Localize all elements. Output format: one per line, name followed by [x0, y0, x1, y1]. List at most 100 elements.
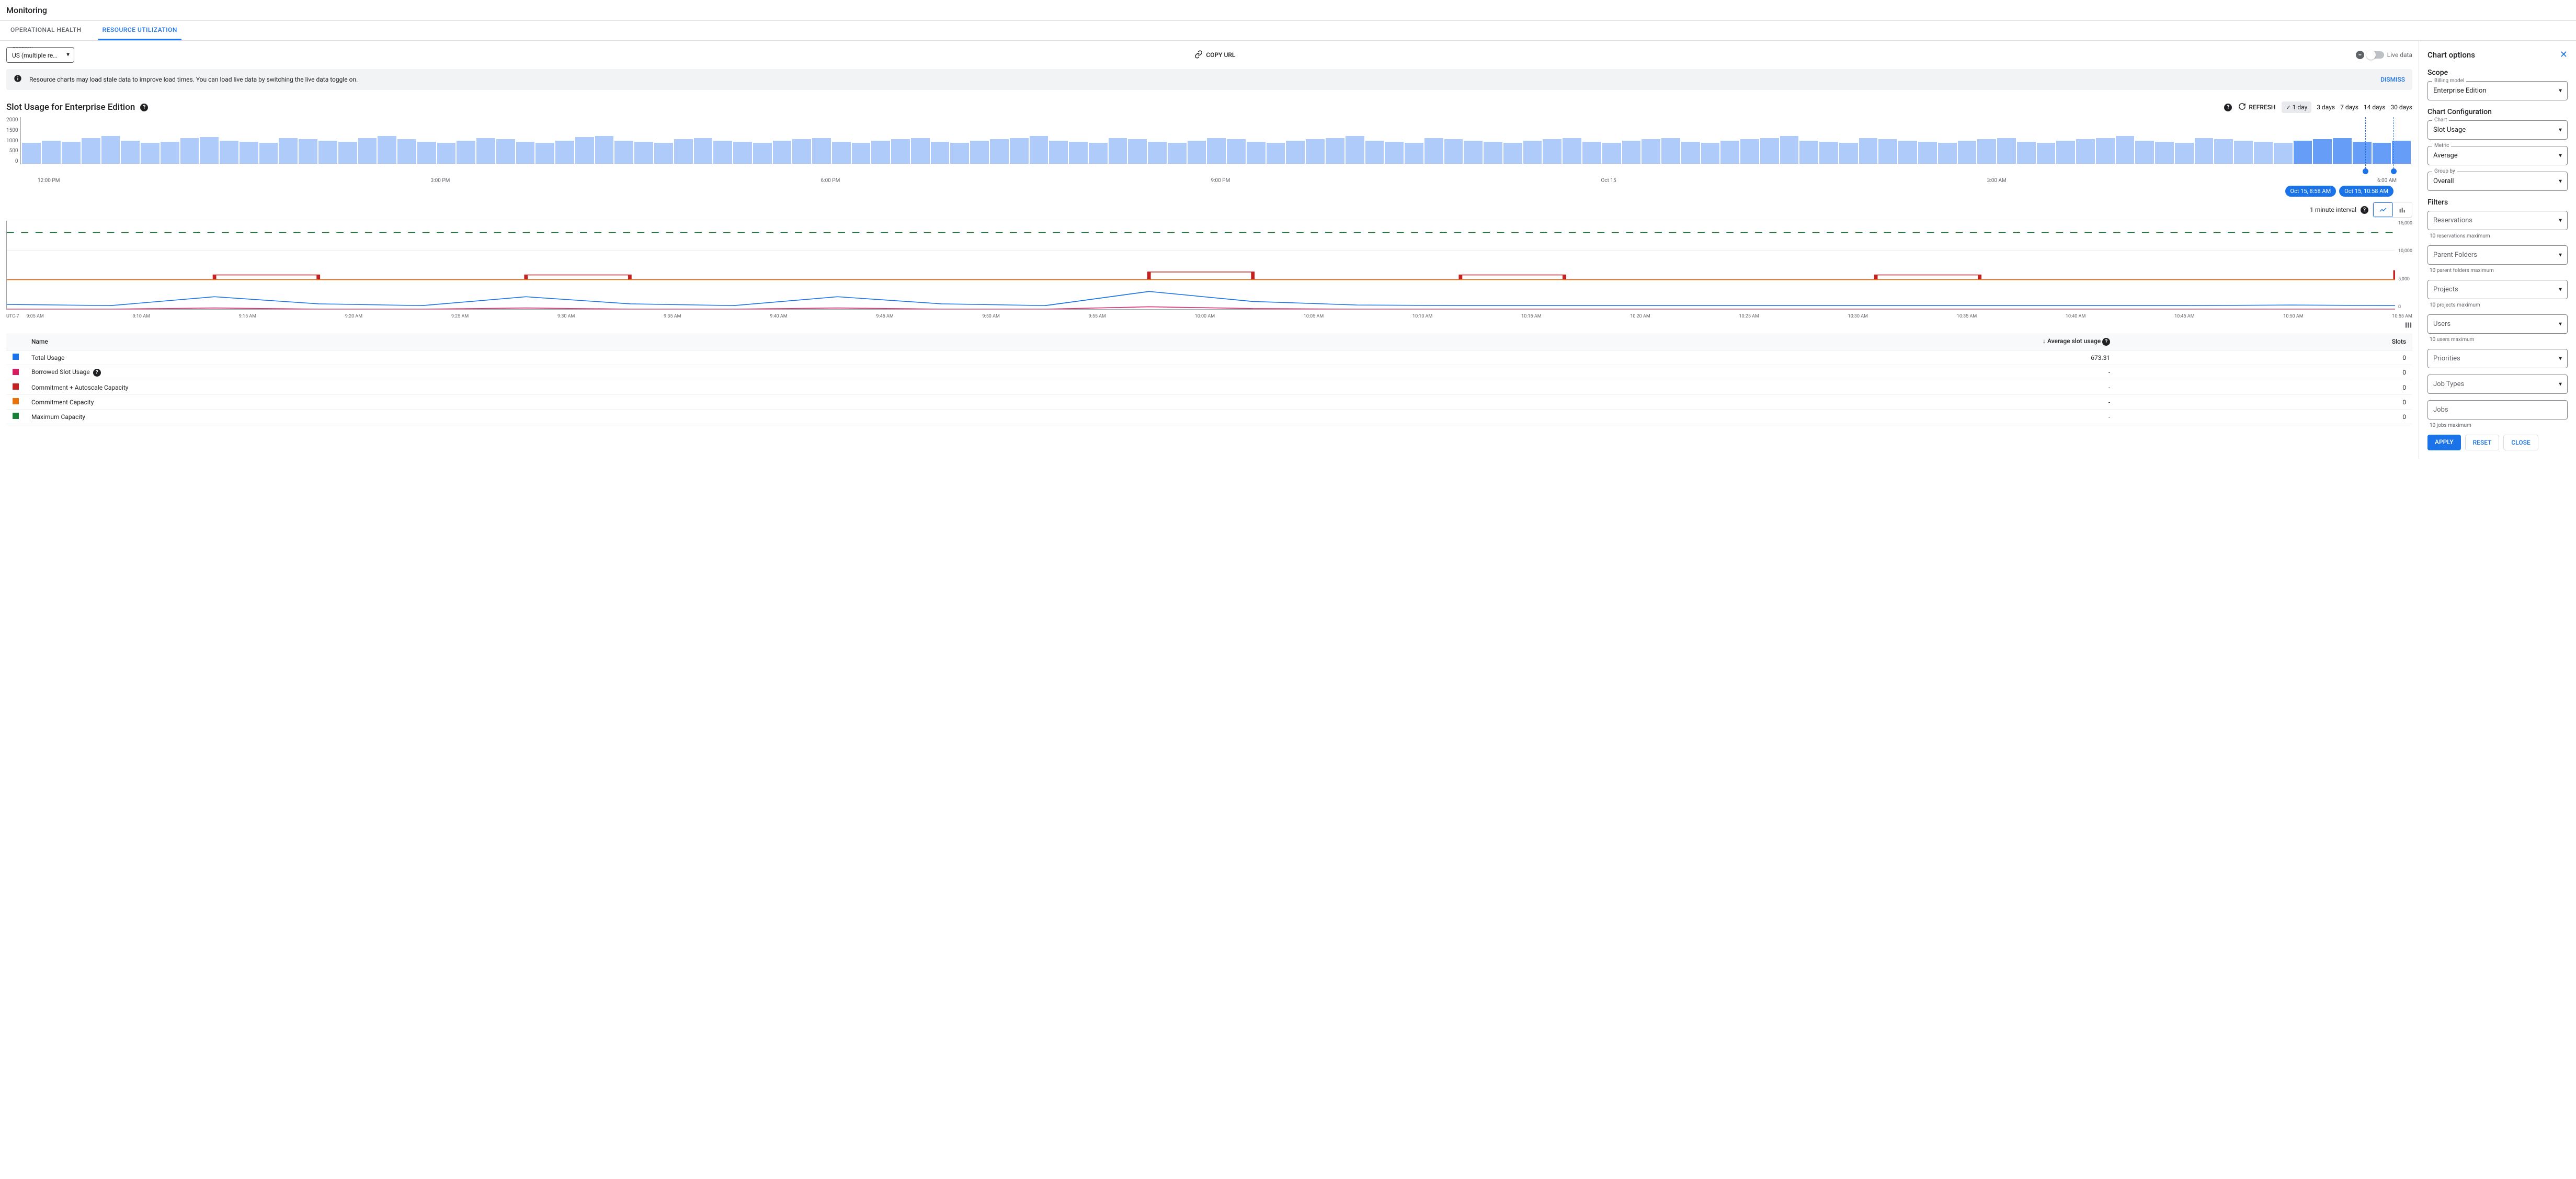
overview-bar	[1365, 141, 1384, 164]
overview-bar	[358, 138, 377, 164]
overview-bar	[733, 142, 752, 164]
help-icon[interactable]: ?	[2102, 338, 2110, 346]
selection-end-chip: Oct 15, 10:58 AM	[2339, 186, 2393, 197]
color-swatch	[13, 398, 19, 404]
overview-bar	[457, 141, 475, 164]
overview-bar	[1622, 141, 1641, 164]
overview-plot[interactable]	[20, 117, 2412, 164]
reservations-filter[interactable]: Reservations▼	[2427, 211, 2568, 230]
detail-plot[interactable]	[6, 221, 2395, 310]
help-icon[interactable]: ?	[140, 104, 148, 111]
row-avg: -	[1233, 410, 2117, 424]
range-3days[interactable]: 3 days	[2317, 104, 2335, 111]
tab-operational-health[interactable]: OPERATIONAL HEALTH	[6, 21, 86, 40]
overview-bar	[1089, 143, 1108, 164]
table-row[interactable]: Commitment Capacity - 0	[6, 395, 2412, 410]
overview-bar	[2037, 143, 2056, 164]
reset-button[interactable]: RESET	[2465, 435, 2500, 450]
overview-bar	[516, 142, 535, 164]
overview-bar	[614, 141, 633, 164]
table-row[interactable]: Total Usage 673.31 0	[6, 350, 2412, 365]
overview-bar	[62, 142, 81, 164]
overview-bar	[1326, 138, 1344, 164]
parent-folders-filter[interactable]: Parent Folders▼	[2427, 245, 2568, 265]
time-range-selector: 1 day 3 days 7 days 14 days 30 days	[2282, 101, 2412, 113]
banner-message: Resource charts may load stale data to i…	[29, 76, 2373, 83]
help-icon[interactable]: ?	[2361, 206, 2368, 214]
overview-bar	[1997, 138, 2016, 164]
users-filter[interactable]: Users▼	[2427, 314, 2568, 334]
range-30days[interactable]: 30 days	[2390, 104, 2412, 111]
row-slots: 0	[2116, 395, 2412, 410]
col-avg[interactable]: ↓ Average slot usage ?	[1233, 333, 2117, 350]
info-icon	[14, 74, 22, 85]
bar-view-button[interactable]	[2393, 202, 2412, 217]
help-icon[interactable]: ?	[93, 369, 101, 377]
billing-model-select[interactable]: Billing model Enterprise Edition ▼	[2427, 81, 2568, 100]
overview-bar	[911, 138, 930, 164]
table-row[interactable]: Commitment + Autoscale Capacity - 0	[6, 380, 2412, 395]
refresh-button[interactable]: REFRESH	[2238, 103, 2275, 112]
range-14days[interactable]: 14 days	[2364, 104, 2386, 111]
chart-select[interactable]: Chart Slot Usage ▼	[2427, 120, 2568, 140]
copy-url-button[interactable]: COPY URL	[1194, 50, 1235, 60]
chevron-down-icon: ▼	[2558, 153, 2563, 158]
overview-bar	[1385, 142, 1404, 164]
overview-bar	[279, 138, 298, 164]
overview-bar	[1799, 141, 1818, 164]
link-icon	[1194, 50, 1203, 60]
jobs-filter[interactable]: Jobs	[2427, 400, 2568, 420]
job-types-filter[interactable]: Job Types▼	[2427, 375, 2568, 394]
close-icon[interactable]: ✕	[2560, 49, 2568, 60]
overview-bar	[1780, 136, 1799, 164]
live-data-toggle[interactable]	[2367, 51, 2384, 59]
overview-bar	[2294, 141, 2312, 164]
col-name[interactable]: Name	[25, 333, 1233, 350]
overview-bar	[931, 142, 950, 164]
range-7days[interactable]: 7 days	[2340, 104, 2358, 111]
overview-bar	[1681, 142, 1700, 164]
range-1day[interactable]: 1 day	[2282, 101, 2311, 113]
projects-filter[interactable]: Projects▼	[2427, 280, 2568, 299]
overview-bar	[1464, 141, 1483, 164]
overview-bar	[1346, 136, 1364, 164]
line-view-button[interactable]	[2373, 202, 2393, 217]
tab-resource-utilization[interactable]: RESOURCE UTILIZATION	[98, 21, 181, 40]
overview-bar	[437, 143, 456, 164]
close-button[interactable]: CLOSE	[2503, 435, 2538, 450]
minus-icon: −	[2356, 51, 2364, 59]
location-select[interactable]: Location US (multiple regions in Un… ▼	[6, 47, 74, 63]
table-row[interactable]: Maximum Capacity - 0	[6, 410, 2412, 424]
overview-bar	[1760, 138, 1779, 164]
overview-bar	[1128, 139, 1147, 164]
overview-bar	[1503, 143, 1522, 164]
overview-bar	[42, 141, 61, 164]
overview-bar	[2274, 143, 2293, 164]
overview-selection[interactable]	[2365, 117, 2394, 171]
overview-bar	[1247, 142, 1266, 164]
reservations-hint: 10 reservations maximum	[2430, 233, 2568, 239]
overview-bar	[141, 143, 159, 164]
group-by-select[interactable]: Group by Overall ▼	[2427, 172, 2568, 191]
dismiss-button[interactable]: DISMISS	[2380, 76, 2405, 83]
overview-bar	[2076, 139, 2095, 164]
overview-bar	[22, 143, 41, 164]
columns-icon[interactable]	[2404, 323, 2412, 331]
apply-button[interactable]: APPLY	[2427, 435, 2461, 450]
overview-bar	[1267, 143, 1285, 164]
overview-bar	[1484, 142, 1502, 164]
metric-select[interactable]: Metric Average ▼	[2427, 146, 2568, 165]
overview-bar	[161, 142, 179, 164]
chevron-down-icon: ▼	[2558, 287, 2563, 292]
priorities-filter[interactable]: Priorities▼	[2427, 349, 2568, 368]
col-slots[interactable]: Slots	[2116, 333, 2412, 350]
table-row[interactable]: Borrowed Slot Usage ? - 0	[6, 365, 2412, 380]
overview-bar	[2234, 141, 2253, 164]
selection-handle-right[interactable]	[2391, 168, 2397, 174]
overview-bar	[1720, 141, 1739, 164]
overview-bar	[634, 142, 653, 164]
help-icon[interactable]: ?	[2224, 104, 2232, 111]
selection-handle-left[interactable]	[2363, 168, 2368, 174]
overview-bar	[1839, 143, 1858, 164]
overview-bar	[950, 143, 969, 164]
